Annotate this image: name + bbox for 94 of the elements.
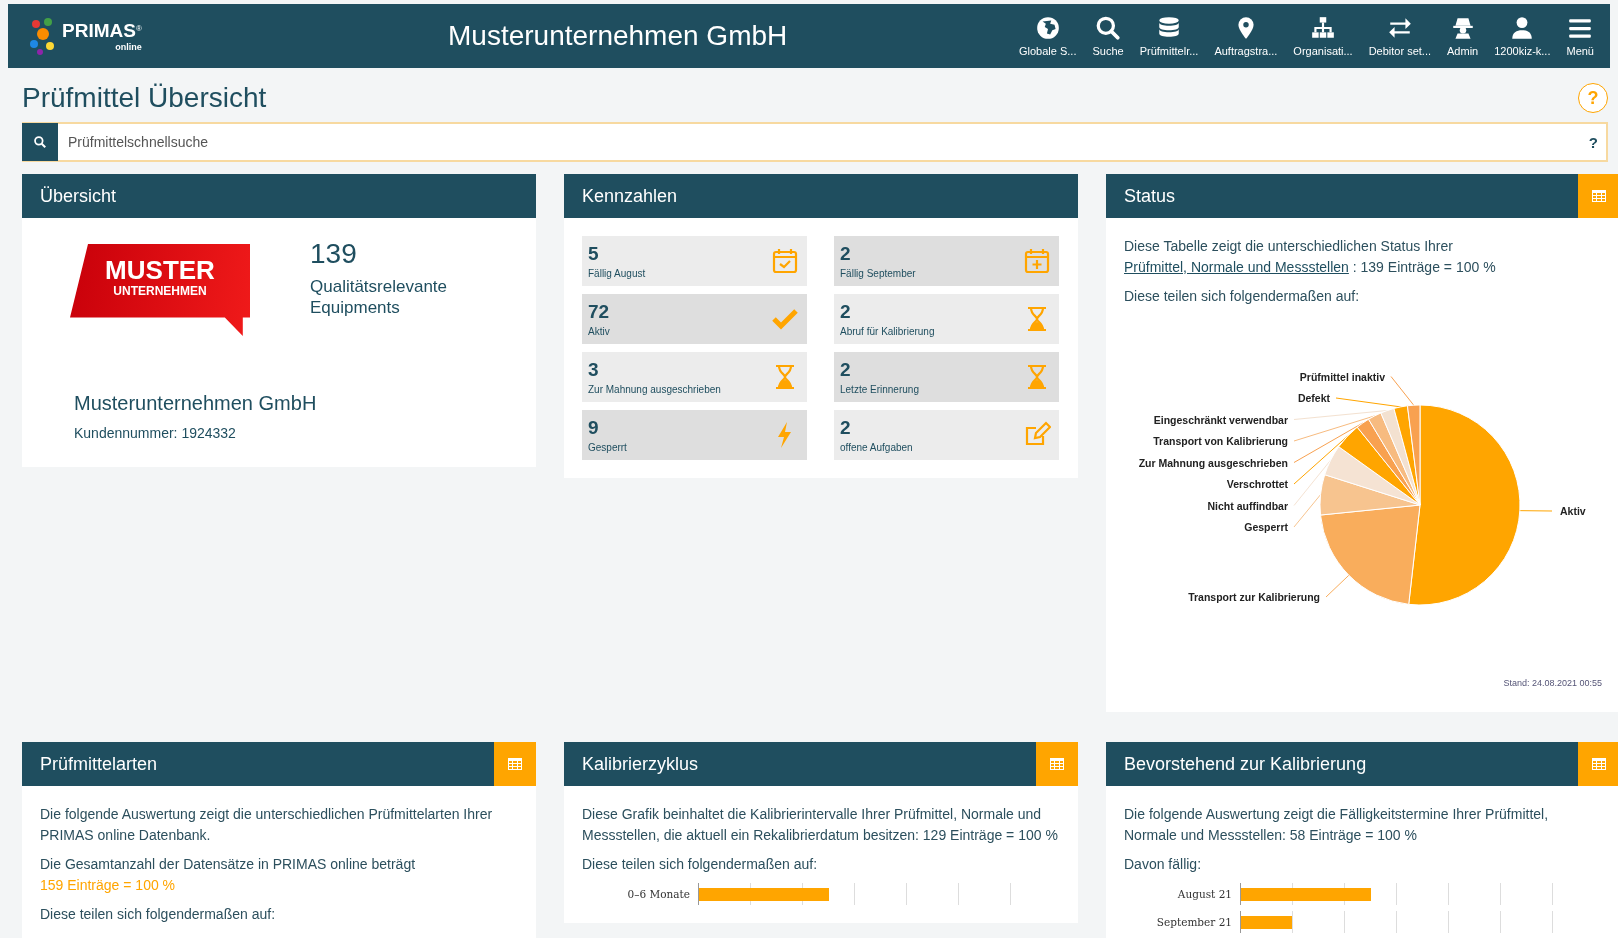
- card-text: Diese Grafik beinhaltet die Kalibrierintervalle Ihrer Prüfmittel, Normale und Messstellen, die aktuell ein Rekalibrierdatum besitzen: 129 Einträge = 100 %: [582, 805, 1059, 845]
- company-logo: MUSTER UNTERNEHMEN: [70, 244, 250, 336]
- nav-item[interactable]: Menü: [1558, 15, 1602, 57]
- card-text: Diese teilen sich folgendermaßen auf:: [40, 905, 277, 924]
- table-view-button[interactable]: [1578, 174, 1618, 218]
- kpi-tile[interactable]: 3 Zur Mahnung ausgeschrieben: [582, 352, 807, 402]
- nav-item[interactable]: Auftragstra...: [1206, 15, 1286, 57]
- slice-label: Transport von Kalibrierung: [1153, 435, 1288, 447]
- entry-count: 159 Einträge = 100 %: [40, 876, 177, 895]
- kpi-tile[interactable]: 2 Fällig September: [834, 236, 1059, 286]
- leader-line: [1519, 510, 1553, 512]
- status-description: Diese Tabelle zeigt die unterschiedlichen Status Ihrer Prüfmittel, Normale und Messstellen : 139 Einträge = 100 %: [1124, 237, 1497, 277]
- slice-label: Zur Mahnung ausgeschrieben: [1138, 456, 1288, 469]
- card-text: Die folgende Auswertung zeigt die Fälligkeitstermine Ihrer Prüfmittel, Normale und Messstellen: 58 Einträge = 100 %: [1124, 805, 1550, 845]
- kpi-value: 5: [588, 243, 600, 265]
- search-icon: [1095, 15, 1122, 41]
- kpi-value: 9: [588, 417, 600, 439]
- nav-item[interactable]: 1200kiz-k...: [1486, 15, 1559, 57]
- kpi-label: Fällig September: [840, 268, 916, 279]
- nav-item[interactable]: Organisati...: [1285, 15, 1361, 57]
- kpi-label: Aktiv: [588, 326, 610, 337]
- nav-item[interactable]: Debitor set...: [1360, 15, 1440, 57]
- customer-number: Kundennummer: 1924332: [73, 425, 237, 441]
- kpi-label: Zur Mahnung ausgeschrieben: [588, 384, 721, 395]
- card-title: Bevorstehend zur Kalibrierung: [1123, 753, 1368, 775]
- nav-item[interactable]: Prüfmittelr...: [1131, 15, 1207, 57]
- search-field[interactable]: Prüfmittelschnellsuche ?: [22, 122, 1608, 162]
- table-view-button[interactable]: [1578, 742, 1618, 786]
- kpi-tile[interactable]: 5 Fällig August: [582, 236, 807, 286]
- nav-item[interactable]: Admin: [1439, 15, 1487, 57]
- card-text: Davon fällig:: [1124, 855, 1203, 874]
- slice-label: Defekt: [1297, 392, 1330, 404]
- leader-line: [1293, 494, 1322, 528]
- kpi-label: offene Aufgaben: [840, 442, 913, 453]
- card-title: Kennzahlen: [581, 185, 679, 207]
- nav-item[interactable]: Globale S...: [1011, 15, 1085, 57]
- exchange-icon: [1386, 15, 1413, 41]
- search-button[interactable]: [22, 123, 58, 161]
- logo-name: PRIMAS$^{®}$: [62, 20, 142, 42]
- slice-label: Eingeschränkt verwendbar: [1153, 413, 1288, 426]
- kpi-label: Letzte Erinnerung: [840, 384, 919, 395]
- equipment-count-label: Qualitätsrelevante Equipments: [310, 276, 449, 318]
- equipment-link[interactable]: Prüfmittel, Normale und Messstellen: [1124, 259, 1349, 275]
- table-icon: [1592, 758, 1606, 770]
- company-title: Musterunternehmen GmbH: [448, 20, 789, 52]
- kpi-label: Fällig August: [588, 268, 646, 279]
- table-view-button[interactable]: [1036, 742, 1078, 786]
- table-view-button[interactable]: [494, 742, 536, 786]
- table-icon: [1592, 190, 1606, 202]
- card-text: Die Gesamtanzahl der Datensätze in PRIMAS online beträgt: [40, 855, 417, 874]
- card-title: Prüfmittelarten: [39, 753, 159, 775]
- logo-subtitle: online: [115, 42, 142, 52]
- kpi-value: 2: [840, 243, 852, 265]
- kpi-value: 2: [840, 301, 852, 323]
- kpi-label: Gesperrt: [588, 442, 627, 453]
- bar-label: 0–6 Monate: [626, 886, 691, 902]
- card-title: Kalibrierzyklus: [581, 753, 700, 775]
- leader-line: [1325, 574, 1350, 598]
- card-text: Diese teilen sich folgendermaßen auf:: [582, 855, 819, 874]
- kpi-value: 3: [588, 359, 600, 381]
- timestamp: Stand: 24.08.2021 00:55: [1502, 677, 1602, 690]
- search-icon: [33, 135, 47, 149]
- slice-label: Transport zur Kalibrierung: [1188, 591, 1320, 603]
- bar-label: September 21: [1155, 914, 1233, 930]
- status-subtext: Diese teilen sich folgendermaßen auf:: [1124, 287, 1361, 306]
- slice-label: Gesperrt: [1244, 521, 1288, 533]
- slice-label: Aktiv: [1560, 505, 1586, 517]
- kpi-value: 2: [840, 359, 852, 381]
- table-icon: [1050, 758, 1064, 770]
- kpi-tile[interactable]: 2 offene Aufgaben: [834, 410, 1059, 460]
- calendar-plus-icon: [1023, 247, 1051, 275]
- kpi-tile[interactable]: 9 Gesperrt: [582, 410, 807, 460]
- card-title: Status: [1123, 185, 1177, 207]
- equipment-count: 139: [310, 238, 358, 270]
- table-icon: [508, 758, 522, 770]
- kpi-tile[interactable]: 2 Letzte Erinnerung: [834, 352, 1059, 402]
- search-help[interactable]: ?: [1580, 133, 1606, 151]
- slice-label: Verschrottet: [1226, 478, 1288, 490]
- kpi-value: 72: [588, 301, 610, 323]
- slice-label: Prüfmittel inaktiv: [1299, 370, 1385, 383]
- nav-item[interactable]: Suche: [1084, 15, 1132, 57]
- page-title: Prüfmittel Übersicht: [22, 82, 267, 114]
- sitemap-icon: [1310, 15, 1336, 41]
- company-name: Musterunternehmen GmbH: [73, 392, 318, 415]
- globe-icon: [1034, 15, 1061, 41]
- kpi-tile[interactable]: 2 Abruf für Kalibrierung: [834, 294, 1059, 344]
- bar-label: August 21: [1176, 886, 1233, 902]
- card-text: Die folgende Auswertung zeigt die unterschiedlichen Prüfmittelarten Ihrer PRIMAS online Datenbank.: [40, 805, 494, 845]
- card-title: Übersicht: [39, 185, 118, 207]
- kpi-label: Abruf für Kalibrierung: [840, 326, 935, 337]
- slice-label: Nicht auffindbar: [1207, 499, 1288, 512]
- calendar-check-icon: [771, 247, 799, 275]
- kpi-value: 2: [840, 417, 852, 439]
- kpi-tile[interactable]: 72 Aktiv: [582, 294, 807, 344]
